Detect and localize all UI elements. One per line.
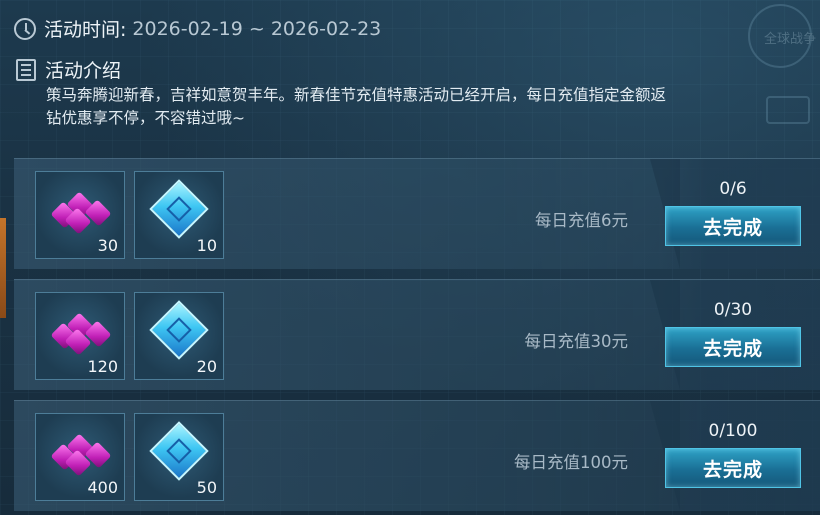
task-card: 120 20 每日充值30元 0/30 去完成 [14, 279, 820, 390]
task-description: 每日充值100元 [514, 453, 628, 472]
activity-time-row: 活动时间: 2026-02-19 ~ 2026-02-23 [14, 15, 381, 42]
reward-item[interactable]: 20 [134, 292, 224, 380]
reward-count: 20 [196, 357, 217, 376]
reward-item[interactable]: 120 [35, 292, 125, 380]
pink-gem-icon [50, 433, 112, 477]
reward-item[interactable]: 10 [134, 171, 224, 259]
document-icon [16, 58, 36, 81]
go-complete-button[interactable]: 去完成 [665, 448, 801, 488]
reward-item[interactable]: 30 [35, 171, 125, 259]
emblem-text: 全球战争 [763, 32, 816, 47]
pink-gem-icon [50, 191, 112, 235]
blue-crystal-icon [149, 421, 209, 481]
task-description: 每日充值6元 [535, 211, 628, 230]
task-progress: 0/30 [713, 300, 753, 320]
reward-count: 30 [97, 236, 118, 255]
task-description: 每日充值30元 [524, 332, 629, 351]
background-emblem: 全球战争 [730, 0, 820, 160]
activity-intro-row: 活动介绍 [16, 56, 121, 83]
stopwatch-icon [14, 17, 36, 40]
task-card: 30 10 每日充值6元 0/6 去完成 [14, 158, 820, 269]
task-progress: 0/100 [708, 421, 758, 441]
go-complete-button[interactable]: 去完成 [665, 327, 801, 367]
blue-crystal-icon [149, 300, 209, 360]
reward-item[interactable]: 400 [35, 413, 125, 501]
activity-time-value: 2026-02-19 ~ 2026-02-23 [132, 17, 382, 40]
emblem-frame-icon [766, 96, 810, 124]
pink-gem-icon [50, 312, 112, 356]
task-card: 400 50 每日充值100元 0/100 去完成 [14, 400, 820, 511]
activity-intro-text: 策马奔腾迎新春，吉祥如意贺丰年。新春佳节充值特惠活动已经开启，每日充值指定金额返… [46, 86, 667, 127]
reward-count: 50 [196, 478, 217, 497]
go-complete-button[interactable]: 去完成 [665, 206, 801, 246]
activity-time-label: 活动时间: [44, 19, 127, 41]
side-tab-handle[interactable] [0, 218, 6, 318]
reward-count: 120 [87, 357, 118, 376]
activity-intro-label: 活动介绍 [45, 60, 122, 82]
reward-count: 400 [87, 478, 118, 497]
reward-item[interactable]: 50 [134, 413, 224, 501]
blue-crystal-icon [149, 179, 209, 239]
task-progress: 0/6 [719, 179, 747, 199]
reward-count: 10 [196, 236, 217, 255]
